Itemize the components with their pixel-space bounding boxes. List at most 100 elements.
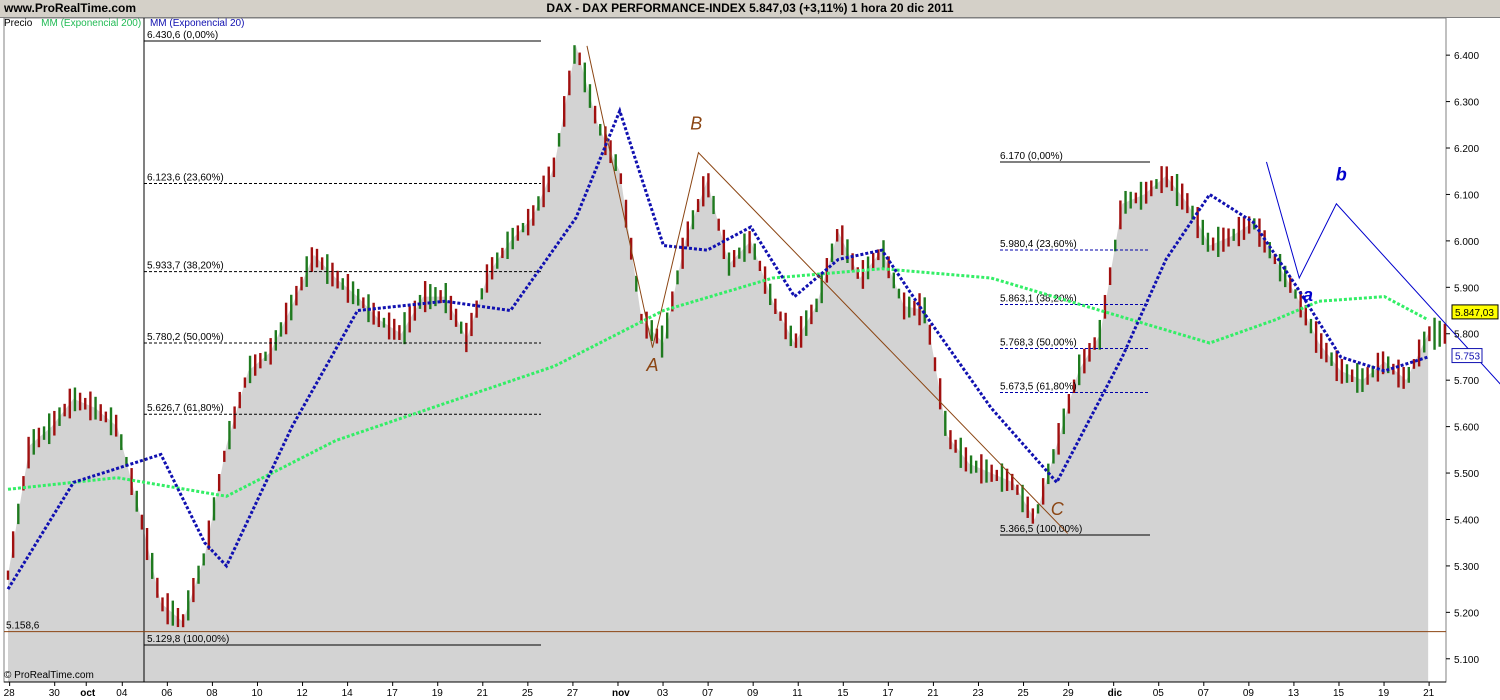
legend-ema200[interactable]: MM (Exponencial 200) <box>41 18 141 29</box>
price-bar <box>1016 484 1019 495</box>
price-bar <box>1345 364 1349 383</box>
price-bar <box>1366 367 1369 385</box>
price-bar <box>1196 206 1199 239</box>
price-bar <box>393 318 396 340</box>
price-bar <box>382 317 386 328</box>
price-bar <box>722 229 726 260</box>
current-price-label: 5.847,03 <box>1455 308 1494 319</box>
price-bar <box>990 464 993 482</box>
fib-right-label: 5.768,3 (50,00%) <box>1000 337 1077 348</box>
price-bar <box>248 355 252 384</box>
price-bar <box>480 288 483 300</box>
price-bar <box>578 52 581 66</box>
x-tick-label: 28 <box>4 688 16 699</box>
price-bar <box>387 312 391 340</box>
price-bar <box>490 257 494 280</box>
price-bar <box>1433 317 1436 350</box>
price-bar <box>32 429 35 455</box>
fib-right-label: 5.980,4 (23,60%) <box>1000 239 1077 250</box>
fib-right-label: 6.170 (0,00%) <box>1000 151 1063 162</box>
price-bar <box>542 175 545 208</box>
price-bar <box>1397 359 1400 388</box>
price-bar <box>351 281 355 305</box>
price-bar <box>913 300 916 316</box>
price-bar <box>68 388 71 419</box>
price-bar <box>841 225 844 256</box>
price-bar <box>58 407 61 426</box>
x-tick-label: 10 <box>251 688 263 699</box>
price-bar <box>1361 368 1364 392</box>
price-bar <box>398 325 401 340</box>
price-bar <box>140 514 144 530</box>
y-tick-label: 5.300 <box>1454 562 1479 573</box>
y-tick-label: 5.500 <box>1454 469 1479 480</box>
price-bar <box>568 70 571 96</box>
price-bar <box>429 284 432 310</box>
price-bar <box>284 302 288 335</box>
price-bar <box>485 264 489 293</box>
price-bar <box>1119 200 1122 230</box>
price-bar <box>861 260 865 289</box>
x-tick-label: 19 <box>1378 688 1390 699</box>
price-bar <box>475 300 478 318</box>
price-chart[interactable]: 5.158,6 6.430,6 (0,00%) 6.123,6 (23,60%) 5.… <box>0 0 1500 700</box>
price-bar <box>1134 192 1138 204</box>
price-bar <box>336 270 339 289</box>
price-bar <box>784 312 787 340</box>
price-bar <box>1258 218 1261 247</box>
price-bar <box>944 410 947 436</box>
price-bar <box>599 123 602 136</box>
price-bar <box>192 577 195 603</box>
price-bar <box>377 311 380 328</box>
price-bar <box>341 278 344 290</box>
price-bar <box>964 447 968 472</box>
price-bar <box>660 325 664 358</box>
price-bar <box>1155 179 1158 189</box>
price-bar <box>691 210 695 230</box>
price-bar <box>835 229 839 242</box>
price-bar <box>27 436 30 469</box>
price-bar <box>732 250 736 268</box>
price-bar <box>243 377 247 388</box>
price-bar <box>769 283 772 306</box>
price-bar <box>454 308 458 327</box>
price-bar <box>619 173 623 184</box>
price-bar <box>593 105 597 124</box>
x-tick-label: 21 <box>477 688 489 699</box>
price-bar <box>84 397 87 410</box>
x-tick-label: 27 <box>567 688 579 699</box>
price-bar <box>799 316 803 348</box>
price-bar <box>1330 352 1333 366</box>
price-bar <box>233 406 236 429</box>
wave-abc-label: b <box>1336 165 1347 185</box>
price-bar <box>1407 366 1410 383</box>
price-bar <box>254 354 257 376</box>
price-bar <box>928 324 932 345</box>
x-tick-label: 29 <box>1063 688 1075 699</box>
price-bar <box>465 322 468 353</box>
price-bar <box>516 225 520 241</box>
y-tick-label: 5.600 <box>1454 423 1479 434</box>
price-bar <box>1320 333 1323 359</box>
price-bar <box>573 45 576 64</box>
price-bar <box>1165 166 1168 188</box>
support-label: 5.158,6 <box>6 621 40 632</box>
price-bar <box>1402 367 1405 389</box>
price-bar <box>1088 343 1091 362</box>
price-bar <box>202 553 205 566</box>
price-bar <box>588 84 592 108</box>
price-bar <box>114 414 118 437</box>
price-bar <box>109 407 113 436</box>
price-bar <box>1098 319 1101 350</box>
y-tick-label: 5.400 <box>1454 515 1479 526</box>
price-bar <box>403 312 406 345</box>
price-bar <box>1052 449 1055 464</box>
legend-ema20[interactable]: MM (Exponencial 20) <box>150 18 244 29</box>
price-bar <box>758 260 762 271</box>
price-bar <box>738 247 741 259</box>
price-bar <box>315 248 319 268</box>
legend-price[interactable]: Precio <box>4 18 32 29</box>
price-bar <box>1078 354 1081 386</box>
price-bar <box>89 391 92 421</box>
x-tick-label: 17 <box>387 688 399 699</box>
